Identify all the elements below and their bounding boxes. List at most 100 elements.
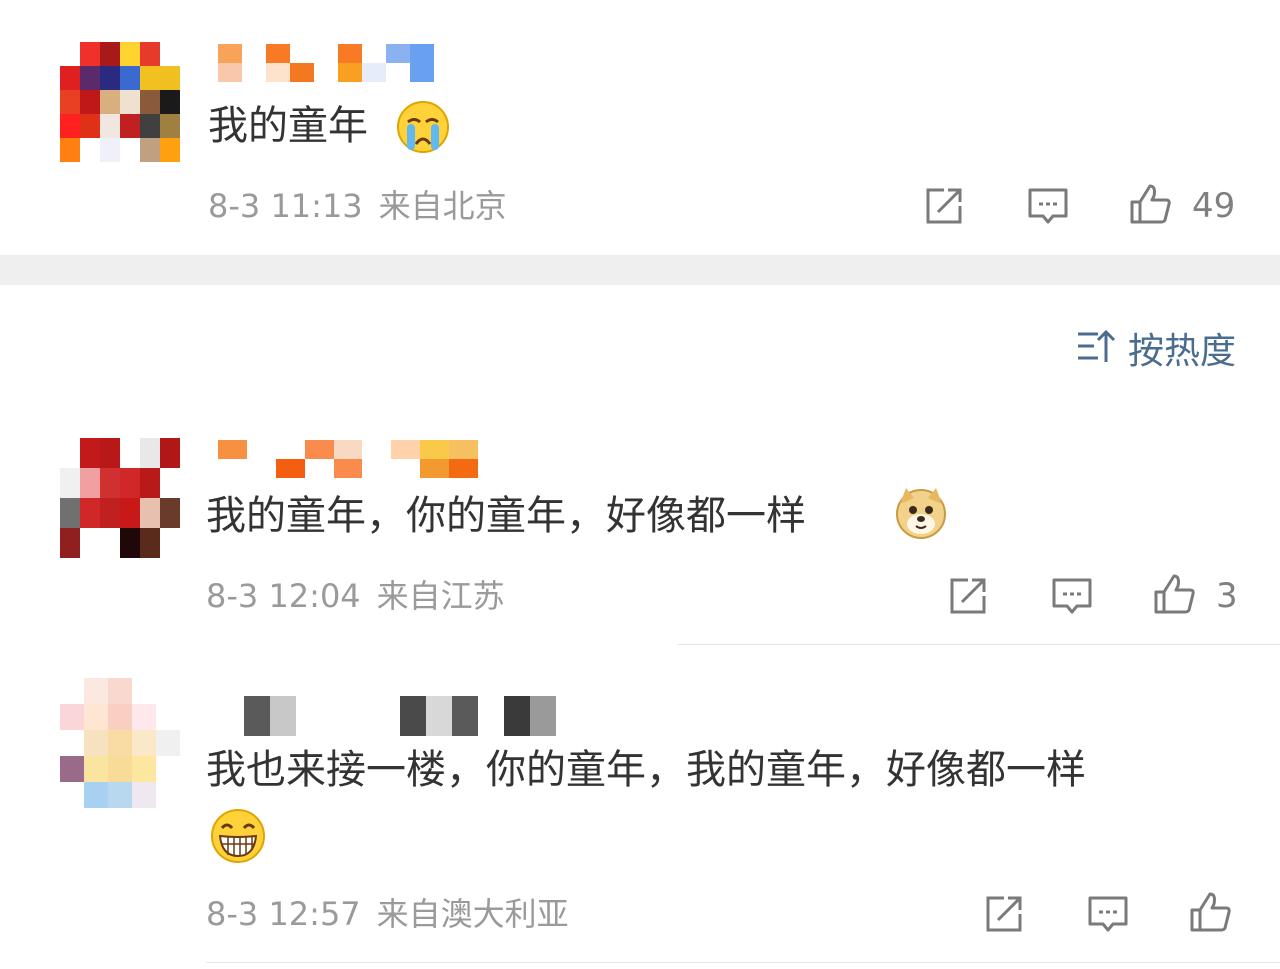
avatar-pixel xyxy=(60,468,80,498)
avatar-pixel xyxy=(60,678,84,704)
sort-button[interactable]: 按热度 xyxy=(1076,326,1236,377)
username-pixel xyxy=(348,696,374,736)
like-icon[interactable] xyxy=(1128,182,1172,226)
avatar-pixel xyxy=(140,468,160,498)
avatar-pixel xyxy=(132,730,156,756)
divider xyxy=(678,644,1280,645)
doge-emoji xyxy=(894,486,948,540)
avatar-pixel xyxy=(84,730,108,756)
username-pixel xyxy=(242,44,266,63)
avatar-pixel xyxy=(120,42,140,66)
avatar-pixel xyxy=(160,114,180,138)
like-icon[interactable] xyxy=(1188,890,1232,934)
like-count: 49 xyxy=(1192,186,1236,226)
username-pixel xyxy=(218,440,247,459)
avatar-pixel xyxy=(60,782,84,808)
share-icon[interactable] xyxy=(946,574,990,618)
comment-icon[interactable] xyxy=(1050,574,1094,618)
avatar-pixel xyxy=(60,90,80,114)
avatar-pixel xyxy=(160,66,180,90)
comment-icon[interactable] xyxy=(1086,892,1130,936)
comment-meta: 8-3 12:04 来自江苏 xyxy=(206,576,505,616)
username[interactable] xyxy=(218,696,556,736)
share-icon[interactable] xyxy=(922,184,966,228)
username-pixel xyxy=(270,696,296,736)
avatar-pixel xyxy=(156,678,180,704)
avatar-pixel xyxy=(132,704,156,730)
username[interactable] xyxy=(218,440,478,478)
avatar-pixel xyxy=(120,114,140,138)
avatar-pixel xyxy=(160,138,180,162)
avatar-pixel xyxy=(84,782,108,808)
avatar-pixel xyxy=(108,730,132,756)
avatar-pixel xyxy=(100,66,120,90)
avatar-pixel xyxy=(160,468,180,498)
share-icon[interactable] xyxy=(982,892,1026,936)
username-pixel xyxy=(478,696,504,736)
avatar-pixel xyxy=(84,704,108,730)
location: 来自澳大利亚 xyxy=(376,895,569,933)
avatar-pixel xyxy=(156,782,180,808)
avatar-pixel xyxy=(60,730,84,756)
username-pixel xyxy=(434,44,458,63)
username-pixel xyxy=(218,63,242,82)
avatar-pixel xyxy=(140,42,160,66)
avatar-pixel xyxy=(60,498,80,528)
avatar-pixel xyxy=(156,730,180,756)
username-pixel xyxy=(410,63,434,82)
comment-meta: 8-3 11:13 来自北京 xyxy=(208,186,507,226)
avatar-pixel xyxy=(140,66,160,90)
username-pixel xyxy=(304,459,334,478)
divider xyxy=(206,962,1280,963)
comment-text: 我也来接一楼，你的童年，我的童年，好像都一样 xyxy=(206,747,1086,793)
username-pixel xyxy=(400,696,426,736)
avatar-pixel xyxy=(108,756,132,782)
grinning-face-emoji xyxy=(210,808,266,864)
username-pixel xyxy=(266,44,290,63)
avatar-pixel xyxy=(132,782,156,808)
avatar-pixel xyxy=(60,138,80,162)
username-pixel xyxy=(304,440,334,459)
avatar-pixel xyxy=(108,704,132,730)
username-pixel xyxy=(391,459,421,478)
username-pixel xyxy=(374,696,400,736)
username-pixel xyxy=(290,44,314,63)
avatar-pixel xyxy=(140,528,160,558)
username[interactable] xyxy=(218,44,458,82)
username-pixel xyxy=(420,440,450,459)
avatar-pixel xyxy=(60,438,80,468)
avatar-pixel xyxy=(120,438,140,468)
avatar-pixel xyxy=(108,678,132,704)
avatar-pixel xyxy=(132,756,156,782)
like-count: 3 xyxy=(1216,576,1238,616)
sort-icon xyxy=(1076,326,1128,377)
username-pixel xyxy=(391,440,421,459)
username-pixel xyxy=(338,63,362,82)
avatar-pixel xyxy=(80,114,100,138)
avatar-pixel xyxy=(120,498,140,528)
avatar-pixel xyxy=(100,498,120,528)
username-pixel xyxy=(362,440,392,459)
avatar-pixel xyxy=(80,438,100,468)
username-pixel xyxy=(275,440,305,459)
avatar[interactable] xyxy=(60,438,180,558)
username-pixel xyxy=(242,63,266,82)
avatar-pixel xyxy=(84,756,108,782)
username-pixel xyxy=(362,44,386,63)
username-pixel xyxy=(420,459,450,478)
avatar[interactable] xyxy=(60,678,180,808)
avatar-pixel xyxy=(80,66,100,90)
username-pixel xyxy=(218,696,244,736)
username-pixel xyxy=(362,63,386,82)
comment-icon[interactable] xyxy=(1026,184,1070,228)
avatar-pixel xyxy=(120,528,140,558)
username-pixel xyxy=(530,696,556,736)
username-pixel xyxy=(333,440,363,459)
like-icon[interactable] xyxy=(1152,572,1196,616)
username-pixel xyxy=(314,44,338,63)
avatar-pixel xyxy=(100,438,120,468)
avatar-pixel xyxy=(108,782,132,808)
comment-meta: 8-3 12:57 来自澳大利亚 xyxy=(206,894,569,934)
avatar[interactable] xyxy=(60,42,180,162)
username-pixel xyxy=(386,63,410,82)
